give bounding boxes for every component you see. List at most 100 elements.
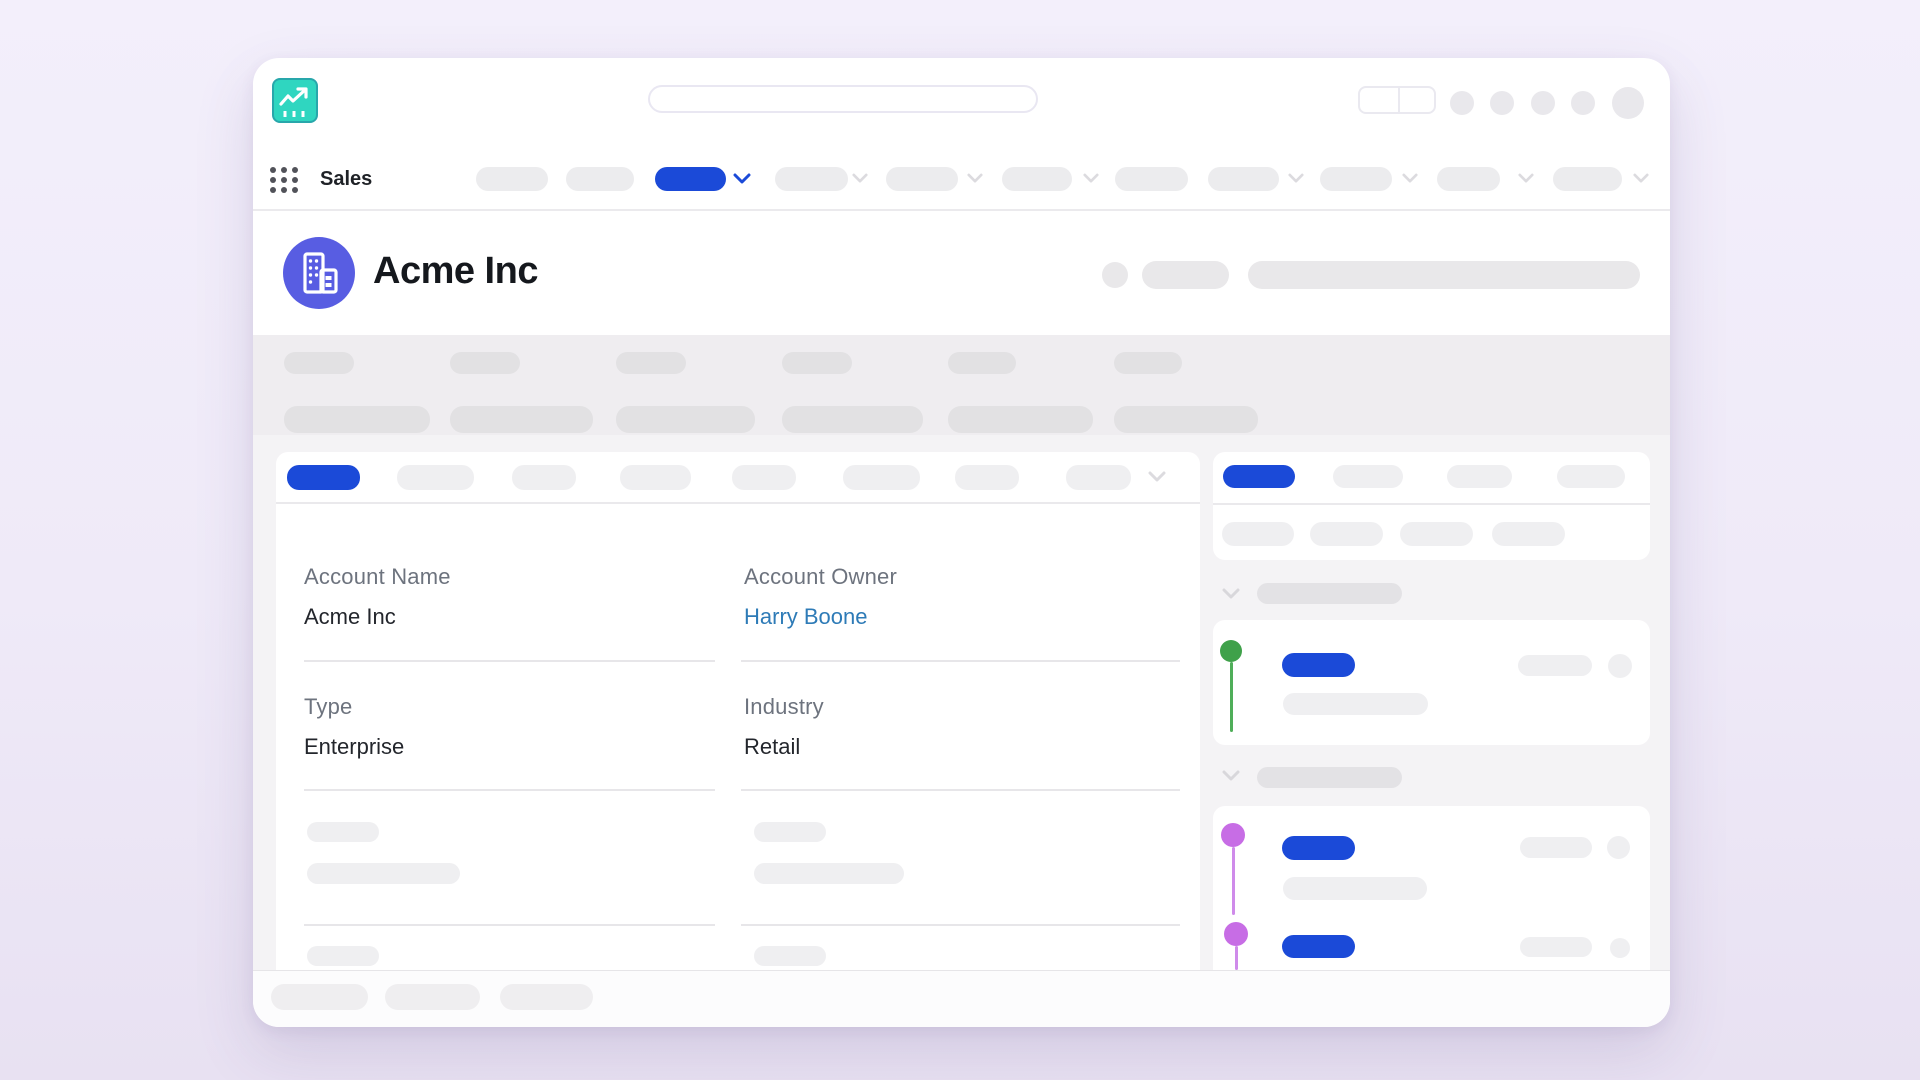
band-label-placeholder (450, 352, 520, 374)
activity-filter-placeholder[interactable] (1492, 522, 1565, 546)
activity-tab-placeholder[interactable] (1447, 465, 1512, 488)
timeline-stem-purple (1235, 946, 1238, 970)
section-chevron-icon[interactable] (1222, 770, 1240, 782)
band-label-placeholder (284, 352, 354, 374)
chevron-down-icon[interactable] (733, 173, 751, 185)
global-search-input[interactable] (648, 85, 1038, 113)
timeline-text-placeholder (1283, 877, 1427, 900)
app-name-label[interactable]: Sales (320, 168, 372, 191)
nav-item-placeholder[interactable] (1553, 167, 1622, 191)
timeline-action-button[interactable] (1282, 935, 1355, 958)
section-title-placeholder (1257, 583, 1402, 604)
field-label-placeholder (307, 946, 379, 966)
field-label: Industry (744, 694, 824, 719)
toolbar-icon-placeholder-1[interactable] (1450, 91, 1474, 115)
field-rule (304, 789, 715, 791)
detail-tab-placeholder[interactable] (397, 465, 474, 490)
field-label: Account Name (304, 564, 451, 589)
detail-tab-placeholder[interactable] (955, 465, 1019, 490)
timeline-item-menu-button[interactable] (1608, 654, 1632, 678)
timeline-card-past (1213, 806, 1650, 970)
nav-item-placeholder[interactable] (1437, 167, 1500, 191)
nav-item-placeholder[interactable] (476, 167, 548, 191)
app-launcher-button[interactable] (268, 164, 300, 196)
activity-tab-placeholder[interactable] (1557, 465, 1625, 488)
field-rule (304, 660, 715, 662)
record-header-button-placeholder[interactable] (1142, 261, 1229, 289)
field-value: Enterprise (304, 734, 405, 759)
field-label: Account Owner (744, 564, 898, 589)
band-label-placeholder (1114, 352, 1182, 374)
app-window: Sales Acme Inc Account Name Acme Inc Acc… (253, 58, 1670, 1027)
detail-tab-placeholder[interactable] (843, 465, 920, 490)
toolbar-icon-placeholder-3[interactable] (1531, 91, 1555, 115)
trend-chart-icon (274, 87, 315, 124)
activity-tab-active[interactable] (1223, 465, 1295, 488)
detail-tab-placeholder[interactable] (1066, 465, 1131, 490)
timeline-stem-purple (1232, 847, 1235, 915)
app-logo[interactable] (272, 78, 318, 123)
band-label-placeholder (782, 352, 852, 374)
activity-filter-placeholder[interactable] (1310, 522, 1383, 546)
section-title-placeholder (1257, 767, 1402, 788)
detail-tab-placeholder[interactable] (732, 465, 796, 490)
nav-item-placeholder[interactable] (566, 167, 634, 191)
detail-tab-active[interactable] (287, 465, 360, 490)
band-value-placeholder (1114, 406, 1258, 433)
utility-item-placeholder[interactable] (271, 984, 368, 1010)
record-header-icon-placeholder[interactable] (1102, 262, 1128, 288)
activity-filter-placeholder[interactable] (1222, 522, 1294, 546)
toolbar-icon-placeholder-2[interactable] (1490, 91, 1514, 115)
timeline-date-placeholder (1518, 655, 1592, 676)
timeline-item-menu-button[interactable] (1607, 836, 1630, 859)
chevron-down-icon[interactable] (1518, 173, 1536, 185)
activity-card (1213, 452, 1650, 560)
view-toggle-control[interactable] (1358, 86, 1436, 114)
utility-item-placeholder[interactable] (500, 984, 593, 1010)
detail-tab-placeholder[interactable] (620, 465, 691, 490)
nav-item-placeholder[interactable] (1320, 167, 1392, 191)
chevron-down-icon[interactable] (1083, 173, 1101, 185)
view-toggle-divider (1398, 88, 1400, 112)
timeline-item-menu-button[interactable] (1610, 938, 1630, 958)
field-label-placeholder (754, 946, 826, 966)
field-rule (741, 924, 1180, 926)
band-value-placeholder (782, 406, 923, 433)
chevron-down-icon[interactable] (1148, 471, 1166, 483)
activity-filter-placeholder[interactable] (1400, 522, 1473, 546)
timeline-card-upcoming (1213, 620, 1650, 745)
nav-item-placeholder[interactable] (1208, 167, 1279, 191)
tabs-divider (276, 502, 1200, 504)
chevron-down-icon[interactable] (1633, 173, 1651, 185)
activity-tabs-divider (1213, 503, 1650, 505)
field-value-link[interactable]: Harry Boone (744, 604, 868, 630)
field-value-placeholder (754, 863, 904, 884)
activity-tab-placeholder[interactable] (1333, 465, 1403, 488)
timeline-dot-green (1220, 640, 1242, 662)
field-value-placeholder (307, 863, 460, 884)
toolbar-icon-placeholder-4[interactable] (1571, 91, 1595, 115)
user-avatar[interactable] (1612, 87, 1644, 119)
nav-item-placeholder[interactable] (886, 167, 958, 191)
band-value-placeholder (450, 406, 593, 433)
record-detail-card: Account Name Acme Inc Account Owner Harr… (276, 452, 1200, 970)
utility-item-placeholder[interactable] (385, 984, 480, 1010)
nav-item-active[interactable] (655, 167, 726, 191)
timeline-action-button[interactable] (1282, 653, 1355, 677)
record-header-actions-placeholder[interactable] (1248, 261, 1640, 289)
record-avatar (283, 237, 355, 309)
utility-bar (253, 970, 1670, 1027)
timeline-action-button[interactable] (1282, 836, 1355, 860)
nav-item-placeholder[interactable] (1002, 167, 1072, 191)
field-value: Acme Inc (304, 604, 396, 629)
chevron-down-icon[interactable] (967, 173, 985, 185)
chevron-down-icon[interactable] (852, 173, 870, 185)
timeline-date-placeholder (1520, 837, 1592, 858)
chevron-down-icon[interactable] (1402, 173, 1420, 185)
section-chevron-icon[interactable] (1222, 588, 1240, 600)
timeline-dot-purple (1221, 823, 1245, 847)
nav-item-placeholder[interactable] (775, 167, 848, 191)
chevron-down-icon[interactable] (1288, 173, 1306, 185)
detail-tab-placeholder[interactable] (512, 465, 576, 490)
nav-item-placeholder[interactable] (1115, 167, 1188, 191)
